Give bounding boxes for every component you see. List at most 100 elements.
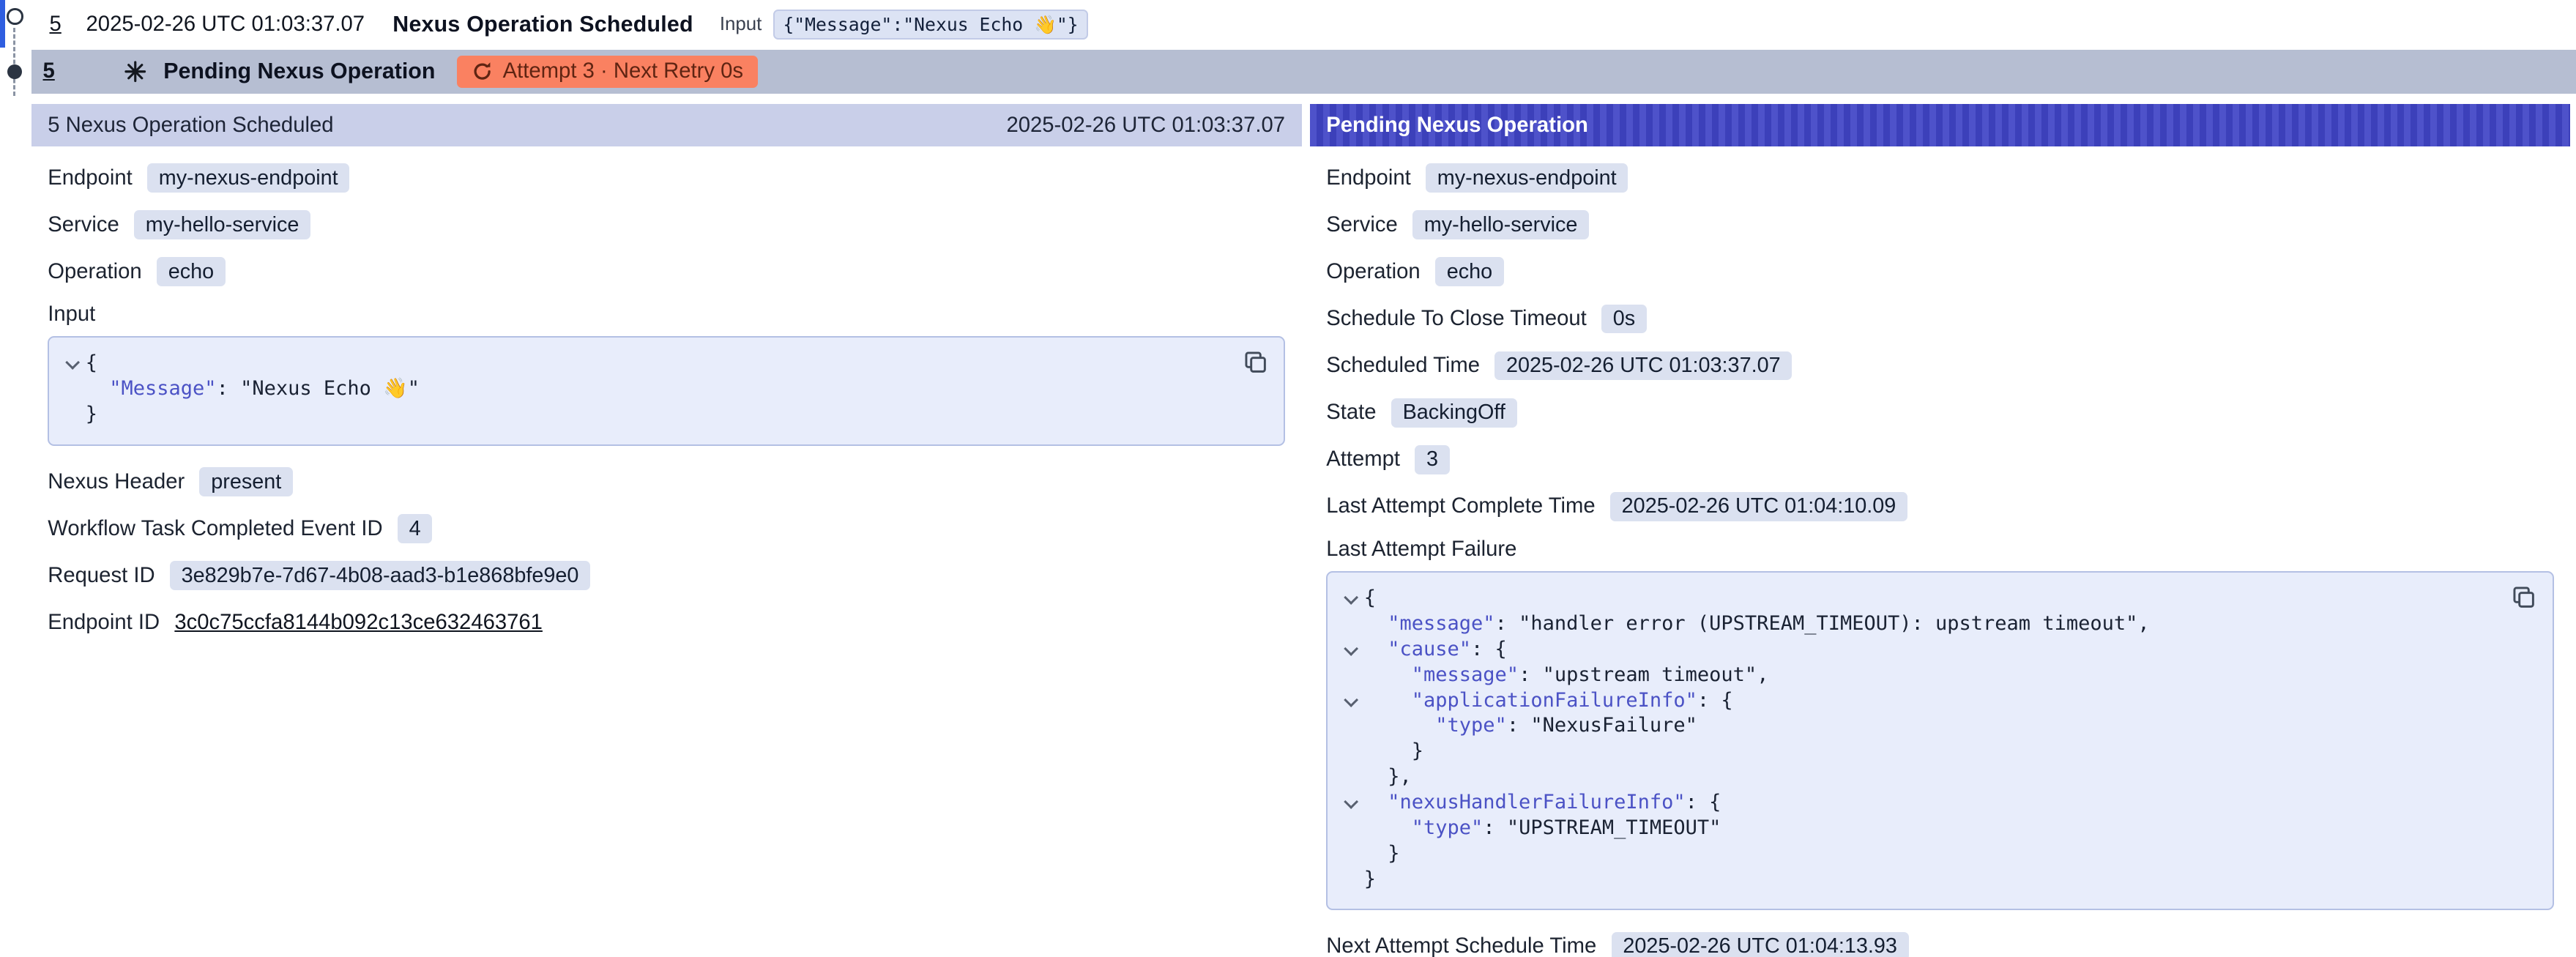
event-row-nexus-operation-scheduled[interactable]: 5 2025-02-26 UTC 01:03:37.07 Nexus Opera… — [31, 0, 2576, 50]
chevron-spacer — [59, 376, 86, 402]
failure-json-viewer: {"message": "handler error (UPSTREAM_TIM… — [1326, 571, 2553, 910]
field-value-badge: my-hello-service — [1412, 210, 1589, 239]
code-text: "cause": { — [1364, 637, 1507, 663]
field-value-badge: present — [199, 467, 293, 496]
timeline-node-dot-icon — [7, 64, 22, 79]
attempt-retry-text: Attempt 3 · Next Retry 0s — [503, 59, 743, 83]
collapse-chevron-icon[interactable] — [59, 351, 86, 376]
field-row-request-id: Request ID 3e829b7e-7d67-4b08-aad3-b1e86… — [48, 559, 1285, 592]
code-line: } — [59, 402, 1237, 428]
left-panel-header: 5 Nexus Operation Scheduled 2025-02-26 U… — [31, 104, 1302, 147]
left-panel-timestamp: 2025-02-26 UTC 01:03:37.07 — [1006, 113, 1285, 138]
code-text: "message": "upstream timeout", — [1364, 663, 1769, 688]
code-text: "Message": "Nexus Echo 👋" — [86, 376, 420, 402]
collapse-chevron-icon[interactable] — [1338, 637, 1364, 663]
chevron-spacer — [1338, 764, 1364, 790]
field-label: Operation — [48, 260, 141, 284]
pending-operation-title: Pending Nexus Operation — [163, 59, 435, 84]
attempt-retry-badge: Attempt 3 · Next Retry 0s — [457, 56, 759, 88]
code-text: } — [1364, 841, 1400, 867]
pending-event-id-link[interactable]: 5 — [43, 59, 55, 83]
copy-icon[interactable] — [1243, 349, 1269, 376]
code-line: "type": "UPSTREAM_TIMEOUT" — [1338, 816, 2506, 841]
field-value-badge: 3 — [1415, 445, 1450, 474]
code-line: "applicationFailureInfo": { — [1338, 688, 2506, 714]
collapse-chevron-icon[interactable] — [1338, 790, 1364, 816]
code-text: }, — [1364, 764, 1412, 790]
panel-nexus-operation-scheduled: 5 Nexus Operation Scheduled 2025-02-26 U… — [31, 104, 1302, 957]
chevron-spacer — [1338, 739, 1364, 764]
code-text: } — [86, 402, 97, 428]
code-text: "nexusHandlerFailureInfo": { — [1364, 790, 1721, 816]
field-label: State — [1326, 401, 1376, 425]
field-label: Service — [1326, 213, 1398, 237]
left-panel-body: Endpoint my-nexus-endpoint Service my-he… — [31, 146, 1302, 653]
field-row-operation: Operation echo — [1326, 256, 2553, 288]
field-label: Next Attempt Schedule Time — [1326, 934, 1596, 957]
right-panel-body: Endpoint my-nexus-endpoint Service my-he… — [1310, 146, 2570, 957]
field-label: Workflow Task Completed Event ID — [48, 517, 382, 541]
field-label: Endpoint ID — [48, 611, 160, 635]
field-value-badge: 0s — [1601, 305, 1647, 334]
code-line: } — [1338, 739, 2506, 764]
event-timestamp: 2025-02-26 UTC 01:03:37.07 — [86, 12, 365, 37]
timeline-connector — [13, 28, 15, 95]
chevron-spacer — [1338, 816, 1364, 841]
field-label: Nexus Header — [48, 470, 185, 494]
code-line: "message": "handler error (UPSTREAM_TIME… — [1338, 611, 2506, 637]
input-section-label: Input — [48, 302, 1285, 327]
timeline-gutter — [0, 0, 31, 103]
code-line: "nexusHandlerFailureInfo": { — [1338, 790, 2506, 816]
code-text: "type": "UPSTREAM_TIMEOUT" — [1364, 816, 1721, 841]
retry-refresh-icon — [472, 61, 493, 82]
copy-icon[interactable] — [2511, 584, 2537, 611]
code-text: } — [1364, 867, 1376, 893]
field-value-badge: BackingOff — [1391, 398, 1517, 428]
left-panel-title: 5 Nexus Operation Scheduled — [48, 113, 333, 138]
collapse-chevron-icon[interactable] — [1338, 688, 1364, 714]
field-row-service: Service my-hello-service — [1326, 209, 2553, 242]
code-line: } — [1338, 841, 2506, 867]
chevron-spacer — [1338, 611, 1364, 637]
field-value-badge: 2025-02-26 UTC 01:04:10.09 — [1610, 492, 1907, 521]
event-history-page: 5 2025-02-26 UTC 01:03:37.07 Nexus Opera… — [0, 0, 2576, 957]
code-line: } — [1338, 867, 2506, 893]
nexus-operation-asterisk-icon — [124, 60, 147, 83]
chevron-spacer — [1338, 713, 1364, 739]
field-row-next-attempt-schedule-time: Next Attempt Schedule Time 2025-02-26 UT… — [1326, 930, 2553, 957]
field-row-endpoint: Endpoint my-nexus-endpoint — [1326, 162, 2553, 195]
field-row-attempt: Attempt 3 — [1326, 443, 2553, 476]
code-line: { — [59, 351, 1237, 376]
field-row-operation: Operation echo — [48, 256, 1285, 288]
chevron-spacer — [1338, 663, 1364, 688]
field-row-state: State BackingOff — [1326, 396, 2553, 429]
right-panel-header: Pending Nexus Operation — [1310, 104, 2570, 147]
input-label: Input — [720, 14, 762, 35]
field-value-badge: 4 — [398, 514, 433, 543]
field-row-endpoint: Endpoint my-nexus-endpoint — [48, 162, 1285, 195]
chevron-spacer — [1338, 867, 1364, 893]
timeline-node-circle-icon — [7, 8, 23, 25]
field-value-badge: my-hello-service — [134, 210, 310, 239]
field-row-last-attempt-complete-time: Last Attempt Complete Time 2025-02-26 UT… — [1326, 490, 2553, 523]
code-text: "applicationFailureInfo": { — [1364, 688, 1733, 714]
event-title: Nexus Operation Scheduled — [392, 12, 693, 37]
code-line: "message": "upstream timeout", — [1338, 663, 2506, 688]
collapse-chevron-icon[interactable] — [1338, 586, 1364, 611]
pending-nexus-operation-row[interactable]: 5 Pending Nexus Operation Attempt 3 · Ne… — [31, 50, 2576, 94]
field-label: Operation — [1326, 260, 1420, 284]
field-label: Request ID — [48, 564, 155, 588]
endpoint-id-link[interactable]: 3c0c75ccfa8144b092c13ce632463761 — [174, 611, 543, 635]
field-row-nexus-header: Nexus Header present — [48, 466, 1285, 499]
last-attempt-failure-label: Last Attempt Failure — [1326, 537, 2553, 562]
chevron-spacer — [1338, 841, 1364, 867]
chevron-spacer — [59, 402, 86, 428]
field-value-badge: 3e829b7e-7d67-4b08-aad3-b1e868bfe9e0 — [170, 561, 590, 590]
field-value-badge: echo — [157, 257, 226, 286]
field-label: Schedule To Close Timeout — [1326, 307, 1587, 331]
event-id-link[interactable]: 5 — [50, 12, 62, 37]
timeline-active-indicator — [0, 0, 5, 48]
input-preview-chip[interactable]: {"Message":"Nexus Echo 👋"} — [773, 10, 1088, 40]
event-detail-panels: 5 Nexus Operation Scheduled 2025-02-26 U… — [31, 104, 2570, 957]
field-row-scheduled-time: Scheduled Time 2025-02-26 UTC 01:03:37.0… — [1326, 349, 2553, 382]
